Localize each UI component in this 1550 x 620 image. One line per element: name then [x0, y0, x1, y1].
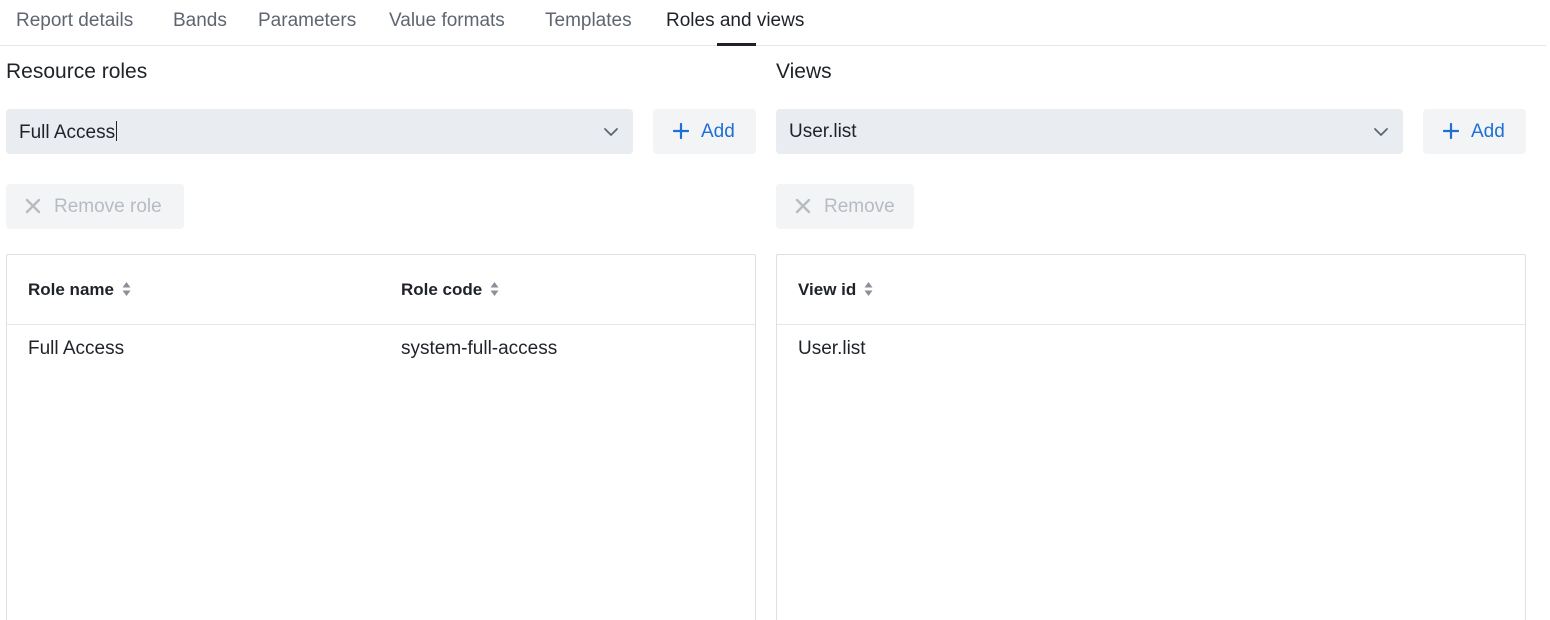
- roles-table: Role name Role code Full Access system-f…: [6, 254, 756, 620]
- column-header-role-name[interactable]: Role name: [28, 280, 131, 300]
- resource-roles-title: Resource roles: [6, 60, 148, 83]
- remove-role-button[interactable]: Remove role: [6, 184, 184, 229]
- chevron-down-icon[interactable]: [1373, 124, 1389, 140]
- close-icon: [25, 198, 41, 214]
- tab-roles-and-views[interactable]: Roles and views: [666, 10, 804, 32]
- role-code-cell[interactable]: system-full-access: [401, 338, 557, 360]
- add-role-button[interactable]: Add: [653, 109, 756, 154]
- sort-icon[interactable]: [490, 281, 499, 297]
- view-select-value: User.list: [789, 121, 857, 142]
- tab-parameters[interactable]: Parameters: [258, 10, 356, 32]
- tab-value-formats[interactable]: Value formats: [389, 10, 505, 32]
- role-select[interactable]: Full Access: [6, 109, 633, 154]
- roles-table-header: Role name Role code: [7, 255, 755, 325]
- text-cursor: [116, 121, 118, 141]
- view-select[interactable]: User.list: [776, 109, 1403, 154]
- view-id-cell[interactable]: User.list: [798, 338, 866, 360]
- close-icon: [795, 198, 811, 214]
- tab-templates[interactable]: Templates: [545, 10, 632, 32]
- sort-icon[interactable]: [864, 281, 873, 297]
- views-title: Views: [776, 60, 832, 83]
- add-role-label: Add: [701, 121, 735, 142]
- plus-icon: [673, 123, 689, 139]
- add-view-button[interactable]: Add: [1423, 109, 1526, 154]
- views-table-header: View id: [777, 255, 1525, 325]
- role-name-cell[interactable]: Full Access: [28, 338, 124, 360]
- tab-report-details[interactable]: Report details: [16, 10, 133, 32]
- active-tab-indicator: [717, 43, 756, 46]
- column-header-role-code[interactable]: Role code: [401, 280, 499, 300]
- add-view-label: Add: [1471, 121, 1505, 142]
- remove-view-button[interactable]: Remove: [776, 184, 914, 229]
- sort-icon[interactable]: [122, 281, 131, 297]
- views-table: View id User.list: [776, 254, 1526, 620]
- plus-icon: [1443, 123, 1459, 139]
- remove-role-label: Remove role: [54, 196, 162, 217]
- chevron-down-icon[interactable]: [603, 124, 619, 140]
- tab-bands[interactable]: Bands: [173, 10, 227, 32]
- role-select-value: Full Access: [19, 121, 118, 143]
- tab-bar: Report details Bands Parameters Value fo…: [0, 0, 1546, 46]
- column-header-view-id[interactable]: View id: [798, 280, 873, 300]
- remove-view-label: Remove: [824, 196, 895, 217]
